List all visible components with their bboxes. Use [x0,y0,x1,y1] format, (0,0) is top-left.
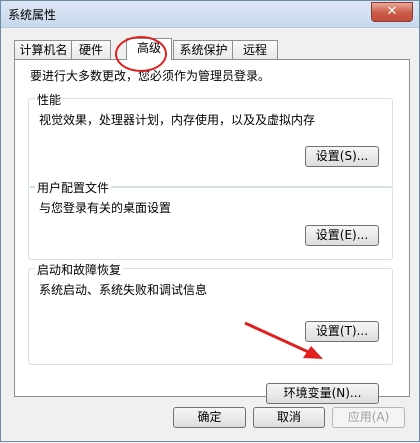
close-button[interactable]: ✕ [371,2,413,22]
user-profiles-settings-button[interactable]: 设置(E)... [305,225,379,246]
ok-button[interactable]: 确定 [173,407,246,428]
dialog-client-area: 计算机名 硬件 高级 系统保护 远程 要进行大多数更改，您必须作为管理员登录。 … [6,28,414,436]
startup-recovery-desc: 系统启动、系统失败和调试信息 [39,283,208,297]
performance-settings-button[interactable]: 设置(S)... [305,146,379,167]
cancel-button[interactable]: 取消 [253,407,325,428]
user-profiles-desc: 与您登录有关的桌面设置 [39,201,172,215]
window-title: 系统属性 [8,8,57,22]
tab-advanced[interactable]: 高级 [126,38,172,60]
close-icon: ✕ [386,4,398,19]
admin-notice: 要进行大多数更改，您必须作为管理员登录。 [30,69,271,83]
environment-variables-button[interactable]: 环境变量(N)... [266,383,379,404]
tab-hardware[interactable]: 硬件 [71,40,111,59]
title-bar[interactable]: 系统属性 ✕ [1,1,419,28]
startup-recovery-title: 启动和故障恢复 [35,261,124,278]
tab-system-protection[interactable]: 系统保护 [173,40,234,59]
performance-desc: 视觉效果，处理器计划，内存使用，以及及虚拟内存 [39,113,316,127]
system-properties-window: 系统属性 ✕ 计算机名 硬件 高级 系统保护 远程 要进行大多数更改，您必须作为… [0,0,420,442]
performance-title: 性能 [35,91,64,108]
startup-recovery-settings-button[interactable]: 设置(T)... [305,321,379,342]
user-profiles-group: 用户配置文件 与您登录有关的桌面设置 设置(E)... [28,179,393,260]
performance-group: 性能 视觉效果，处理器计划，内存使用，以及及虚拟内存 设置(S)... [28,91,393,188]
tab-computer-name[interactable]: 计算机名 [14,40,73,59]
user-profiles-title: 用户配置文件 [35,179,112,196]
tab-remote[interactable]: 远程 [232,40,278,59]
advanced-tab-panel: 要进行大多数更改，您必须作为管理员登录。 性能 视觉效果，处理器计划，内存使用，… [14,59,410,404]
apply-button[interactable]: 应用(A) [332,407,405,428]
startup-recovery-group: 启动和故障恢复 系统启动、系统失败和调试信息 设置(T)... [28,261,393,365]
